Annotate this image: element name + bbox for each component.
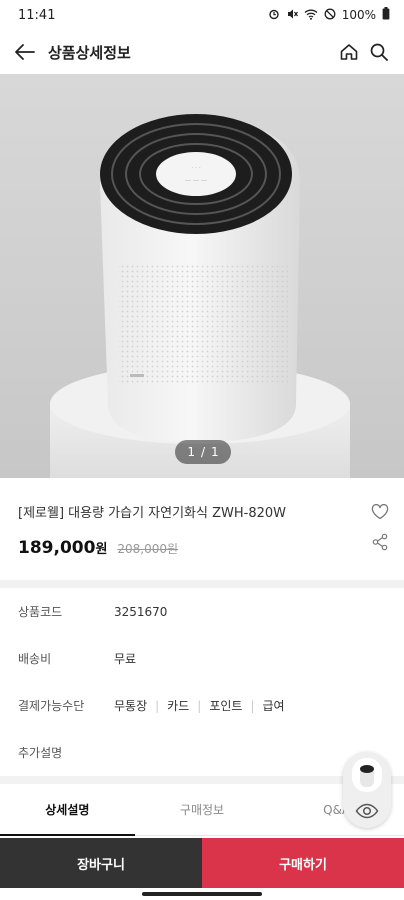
- section-divider: [0, 580, 404, 588]
- payment-method: 카드: [167, 699, 190, 713]
- info-value: 무료: [114, 652, 137, 666]
- eye-icon: [353, 800, 381, 822]
- info-row-shipping: 배송비 무료: [0, 635, 404, 682]
- info-label: 배송비: [18, 652, 52, 666]
- app-header: 상품상세정보: [0, 30, 404, 74]
- status-icons: 100%: [268, 7, 390, 23]
- product-image[interactable]: · · · — — —: [0, 74, 404, 478]
- buy-now-button[interactable]: 구매하기: [202, 838, 404, 888]
- image-page-separator: /: [200, 445, 206, 459]
- alarm-icon: [268, 8, 280, 23]
- original-price: 208,000원: [117, 542, 179, 556]
- payment-method: 무통장: [114, 699, 148, 713]
- search-button[interactable]: [364, 37, 394, 67]
- product-detail-table: 상품코드 3251670 배송비 무료 결제가능수단 무통장 | 카드 | 포인…: [0, 588, 404, 776]
- humidifier-image: · · · — — —: [50, 114, 350, 478]
- status-bar: 11:41 100%: [0, 0, 404, 30]
- back-arrow-icon: [15, 44, 35, 60]
- svg-text:· · ·: · · ·: [191, 165, 201, 172]
- home-button[interactable]: [334, 37, 364, 67]
- product-name: [제로웰] 대용량 가습기 자연기화식 ZWH-820W: [18, 506, 287, 521]
- image-page-indicator: 1 / 1: [175, 440, 231, 464]
- battery-icon: [382, 7, 390, 23]
- info-label: 결제가능수단: [18, 699, 85, 713]
- divider: |: [155, 698, 160, 713]
- heart-icon: [371, 504, 389, 520]
- info-row-product-code: 상품코드 3251670: [0, 588, 404, 635]
- image-page-current: 1: [187, 445, 195, 459]
- mute-icon: [286, 8, 298, 23]
- sale-price-value: 189,000: [18, 538, 96, 558]
- price-row: 189,000원 208,000원: [18, 538, 178, 558]
- share-icon: [372, 533, 388, 551]
- info-label: 상품코드: [18, 605, 63, 619]
- add-to-cart-button[interactable]: 장바구니: [0, 838, 202, 888]
- info-row-payment: 결제가능수단 무통장 | 카드 | 포인트 | 급여: [0, 682, 404, 729]
- dnd-icon: [324, 8, 336, 23]
- recent-view-button[interactable]: [343, 752, 391, 828]
- bottom-action-bar: 장바구니 구매하기: [0, 838, 404, 888]
- svg-text:— — —: — — —: [185, 177, 207, 184]
- payment-methods: 무통장 | 카드 | 포인트 | 급여: [114, 697, 285, 714]
- divider: |: [197, 698, 202, 713]
- search-icon: [370, 43, 388, 61]
- info-value: 3251670: [114, 604, 168, 619]
- wifi-icon: [304, 8, 318, 23]
- share-button[interactable]: [368, 530, 392, 554]
- recent-product-thumbnail: [352, 758, 382, 792]
- payment-method: 급여: [262, 699, 285, 713]
- price-unit: 원: [95, 542, 108, 557]
- product-info: [제로웰] 대용량 가습기 자연기화식 ZWH-820W 189,000원 20…: [0, 478, 404, 578]
- status-time: 11:41: [18, 7, 56, 23]
- tab-purchase-info[interactable]: 구매정보: [135, 784, 270, 835]
- info-label: 추가설명: [18, 746, 63, 760]
- battery-level: 100%: [341, 8, 376, 22]
- payment-method: 포인트: [209, 699, 243, 713]
- home-icon: [340, 44, 358, 60]
- sale-price: 189,000원: [18, 538, 107, 558]
- page-title: 상품상세정보: [48, 43, 131, 62]
- wishlist-button[interactable]: [368, 500, 392, 524]
- home-gesture-bar[interactable]: [142, 892, 262, 896]
- divider: |: [250, 698, 255, 713]
- back-button[interactable]: [10, 37, 40, 67]
- tab-description[interactable]: 상세설명: [0, 784, 135, 836]
- image-page-total: 1: [211, 445, 219, 459]
